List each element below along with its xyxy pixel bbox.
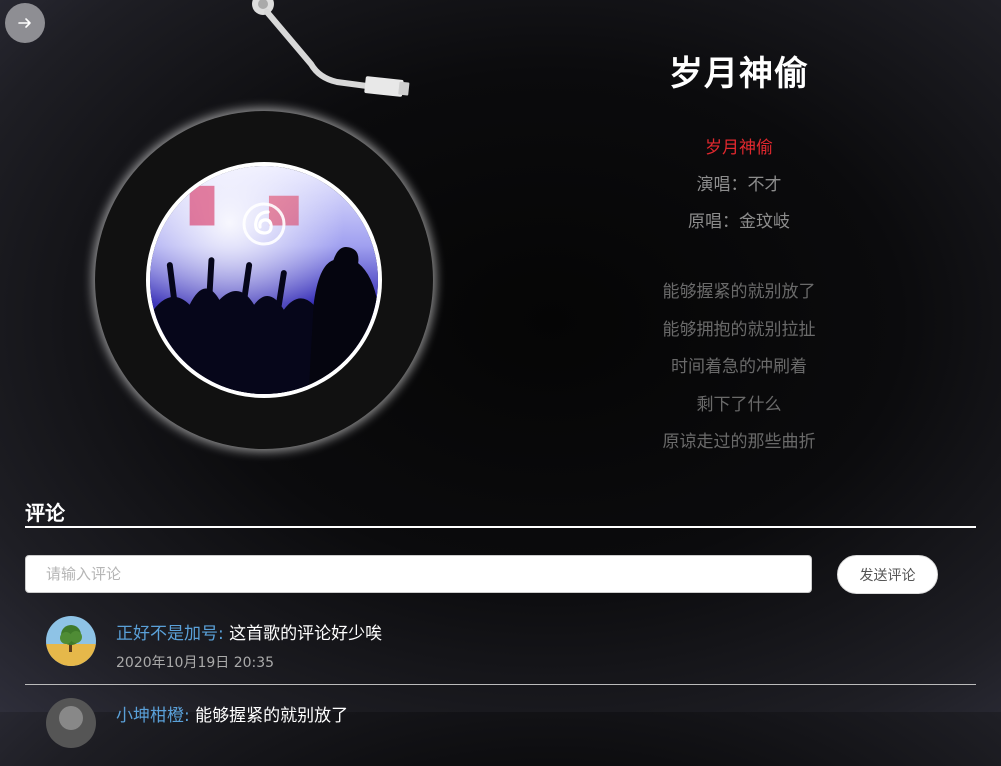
original-singer: 原唱：金玟岐 <box>688 212 790 232</box>
comment-item: 正好不是加号: 这首歌的评论好少唉 2020年10月19日 20:35 <box>25 616 976 685</box>
arrow-right-icon <box>18 18 31 28</box>
tonearm-needle <box>252 0 410 97</box>
lyric-line: 能够拥抱的就别拉扯 <box>662 319 816 340</box>
back-button[interactable] <box>5 3 45 43</box>
lyric-line: 原谅走过的那些曲折 <box>662 432 816 452</box>
comment-text: 这首歌的评论好少唉 <box>229 624 383 644</box>
comment-username[interactable]: 小坤柑橙: <box>116 706 190 726</box>
lyric-line: 时间着急的冲刷着 <box>671 357 807 377</box>
song-title: 岁月神偷 <box>669 54 809 94</box>
lyric-line: 剩下了什么 <box>696 394 782 415</box>
comment-text: 能够握紧的就别放了 <box>195 706 349 726</box>
comments-heading: 评论 <box>25 500 976 528</box>
netease-music-logo-icon <box>242 202 286 246</box>
lyrics-panel: 能够握紧的就别放了 能够拥抱的就别拉扯 时间着急的冲刷着 剩下了什么 原谅走过的… <box>576 274 902 462</box>
lyric-line: 能够握紧的就别放了 <box>662 282 816 302</box>
vinyl-disc <box>95 111 433 449</box>
comment-username[interactable]: 正好不是加号: <box>116 624 224 644</box>
song-meta: 岁月神偷 演唱：不才 原唱：金玟岐 <box>576 130 902 241</box>
comment-time: 2020年10月19日 20:35 <box>116 655 275 671</box>
singer: 演唱：不才 <box>696 175 782 195</box>
avatar[interactable] <box>46 698 96 748</box>
avatar[interactable] <box>46 616 96 666</box>
send-comment-button[interactable]: 发送评论 <box>837 555 938 594</box>
album-cover <box>146 162 382 398</box>
comment-input[interactable] <box>25 555 812 593</box>
song-name: 岁月神偷 <box>705 138 773 158</box>
comment-item: 小坤柑橙: 能够握紧的就别放了 <box>25 698 976 766</box>
